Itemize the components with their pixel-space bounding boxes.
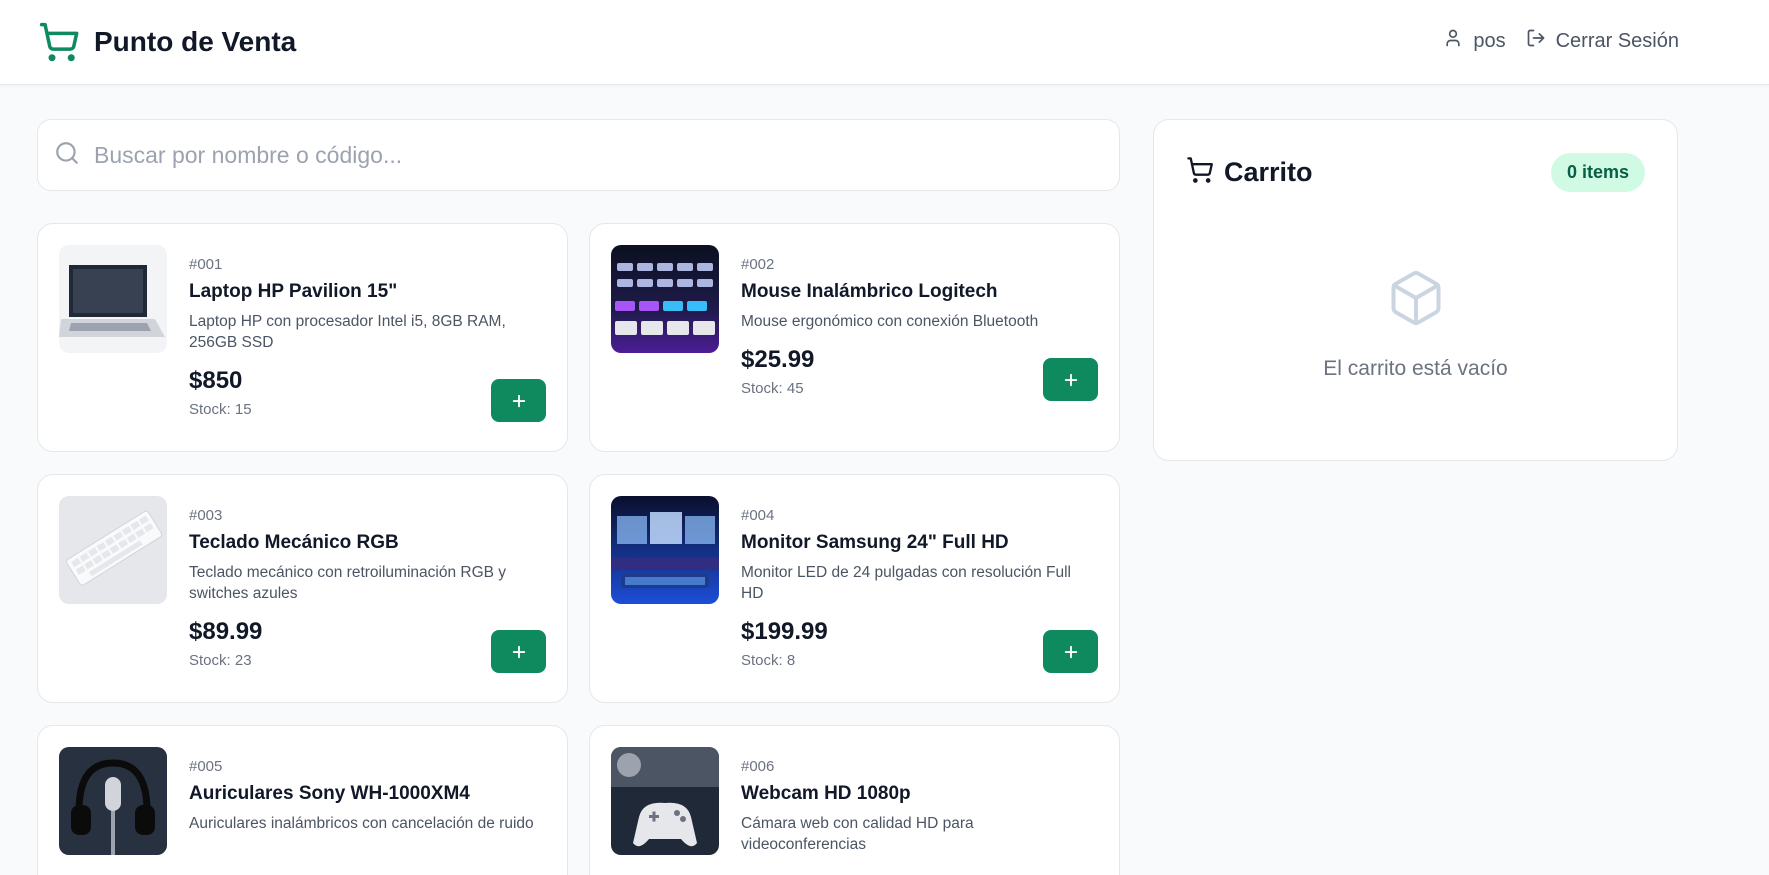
product-image-keyboard-rgb <box>611 245 719 353</box>
product-info: #005 Auriculares Sony WH-1000XM4 Auricul… <box>189 758 539 834</box>
search-input[interactable] <box>94 141 994 169</box>
product-info: #003 Teclado Mecánico RGB Teclado mecáni… <box>189 507 539 669</box>
product-description: Teclado mecánico con retroiluminación RG… <box>189 564 507 602</box>
product-description: Laptop HP con procesador Intel i5, 8GB R… <box>189 313 506 351</box>
plus-icon <box>512 645 525 658</box>
product-code: #003 <box>189 507 223 524</box>
product-description: Mouse ergonómico con conexión Bluetooth <box>741 313 1039 330</box>
cart-panel: Carrito 0 items El carrito está vacío <box>1153 119 1678 461</box>
product-description: Cámara web con calidad HD para videoconf… <box>741 815 974 853</box>
cart-header: Carrito <box>1186 156 1313 189</box>
plus-icon <box>1064 373 1077 386</box>
product-price: $89.99 <box>189 618 263 645</box>
add-to-cart-button[interactable] <box>1043 358 1098 401</box>
cart-icon <box>1186 156 1214 189</box>
product-card: #006 Webcam HD 1080p Cámara web con cali… <box>589 725 1120 875</box>
product-image-monitor <box>611 496 719 604</box>
product-name: Auriculares Sony WH-1000XM4 <box>189 783 470 804</box>
logout-icon <box>1526 28 1546 54</box>
logout-label: Cerrar Sesión <box>1555 29 1679 52</box>
product-info: #006 Webcam HD 1080p Cámara web con cali… <box>741 758 1091 855</box>
product-card: #001 Laptop HP Pavilion 15" Laptop HP co… <box>37 223 568 452</box>
product-image-gamepad <box>611 747 719 855</box>
product-info: #004 Monitor Samsung 24" Full HD Monitor… <box>741 507 1091 669</box>
user-menu[interactable]: pos <box>1443 28 1506 54</box>
product-name: Webcam HD 1080p <box>741 783 911 804</box>
product-info: #001 Laptop HP Pavilion 15" Laptop HP co… <box>189 256 539 418</box>
product-info: #002 Mouse Inalámbrico Logitech Mouse er… <box>741 256 1091 397</box>
product-code: #004 <box>741 507 775 524</box>
add-to-cart-button[interactable] <box>491 630 546 673</box>
product-price: $25.99 <box>741 346 815 373</box>
product-card: #004 Monitor Samsung 24" Full HD Monitor… <box>589 474 1120 703</box>
product-name: Monitor Samsung 24" Full HD <box>741 532 1009 553</box>
product-name: Laptop HP Pavilion 15" <box>189 281 398 302</box>
product-image-white-keyboard <box>59 496 167 604</box>
plus-icon <box>1064 645 1077 658</box>
search-icon <box>54 140 80 171</box>
shopping-cart-icon <box>37 20 81 64</box>
search-bar <box>37 119 1120 191</box>
cart-empty-message: El carrito está vacío <box>1323 357 1508 380</box>
top-bar: Punto de Venta pos Cerrar Sesión <box>0 0 1769 85</box>
product-description: Monitor LED de 24 pulgadas con resolució… <box>741 564 1071 602</box>
cart-title: Carrito <box>1224 157 1313 187</box>
add-to-cart-button[interactable] <box>1043 630 1098 673</box>
product-code: #005 <box>189 758 223 775</box>
product-code: #001 <box>189 256 223 273</box>
add-to-cart-button[interactable] <box>491 379 546 422</box>
product-stock: Stock: 8 <box>741 652 796 669</box>
product-name: Teclado Mecánico RGB <box>189 532 399 553</box>
logout-button[interactable]: Cerrar Sesión <box>1526 28 1679 54</box>
brand: Punto de Venta <box>37 20 296 64</box>
app-title: Punto de Venta <box>94 26 297 57</box>
user-icon <box>1443 28 1463 54</box>
product-description: Auriculares inalámbricos con cancelación… <box>189 815 534 832</box>
product-code: #006 <box>741 758 775 775</box>
product-price: $850 <box>189 367 243 394</box>
product-card: #002 Mouse Inalámbrico Logitech Mouse er… <box>589 223 1120 452</box>
product-name: Mouse Inalámbrico Logitech <box>741 281 998 302</box>
plus-icon <box>512 394 525 407</box>
product-card: #003 Teclado Mecánico RGB Teclado mecáni… <box>37 474 568 703</box>
product-code: #002 <box>741 256 775 273</box>
username: pos <box>1473 29 1506 52</box>
product-stock: Stock: 15 <box>189 401 252 418</box>
product-price: $199.99 <box>741 618 828 645</box>
package-icon <box>1386 268 1446 333</box>
cart-count-badge: 0 items <box>1550 153 1645 192</box>
product-image-laptop <box>59 245 167 353</box>
product-image-headphones <box>59 747 167 855</box>
user-area: pos Cerrar Sesión <box>1443 28 1679 54</box>
product-stock: Stock: 45 <box>741 380 804 397</box>
product-stock: Stock: 23 <box>189 652 252 669</box>
product-card: #005 Auriculares Sony WH-1000XM4 Auricul… <box>37 725 568 875</box>
